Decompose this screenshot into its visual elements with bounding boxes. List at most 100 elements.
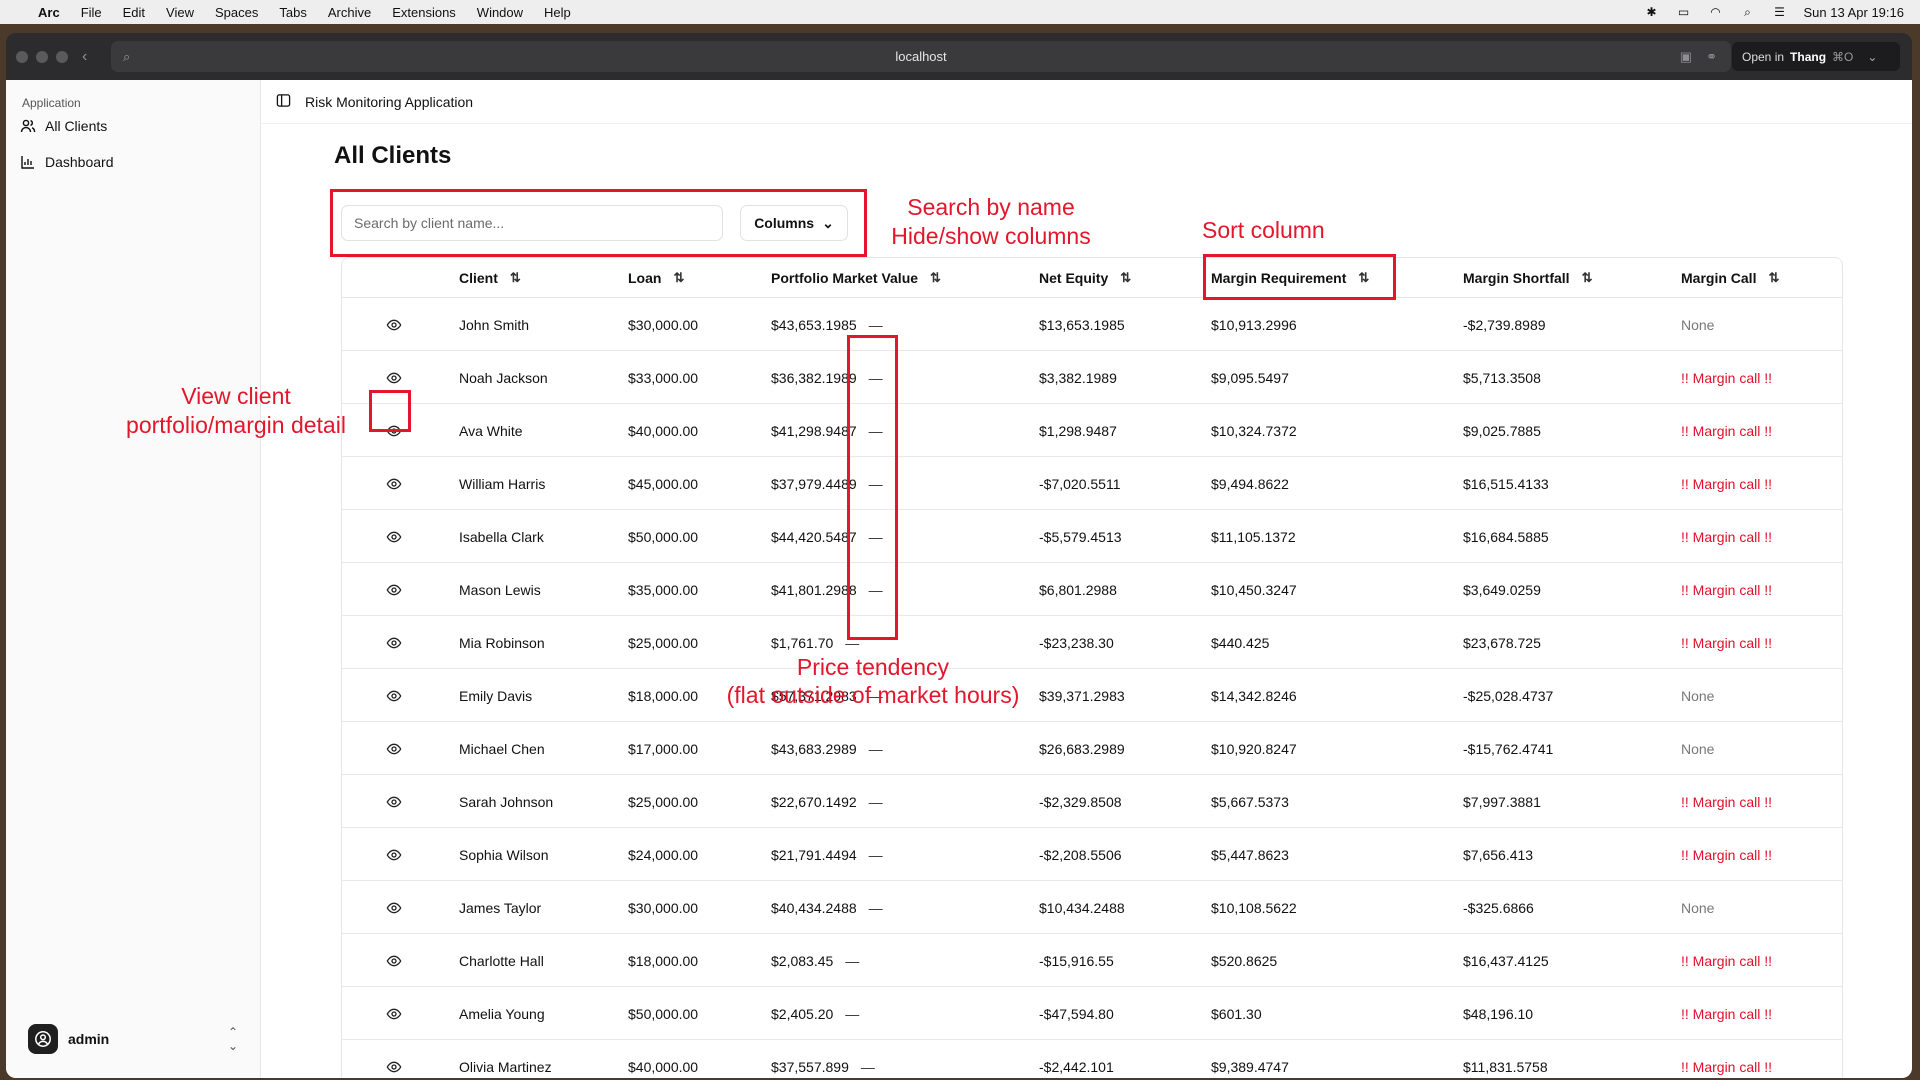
sort-icon[interactable]: ⇅ — [1120, 270, 1131, 286]
table-row: Noah Jackson $33,000.00 $36,382.1989— $3,38… — [342, 351, 1842, 404]
cell-loan: $40,000.00 — [628, 404, 698, 457]
cell-equity: $13,653.1985 — [1039, 298, 1125, 351]
cell-value: -$325.6866 — [1463, 899, 1534, 916]
wifi-icon[interactable]: ◠ — [1708, 5, 1724, 19]
cell-value: !! Margin call !! — [1681, 581, 1773, 598]
cell-value: $9,494.8622 — [1211, 475, 1289, 492]
menu-window[interactable]: Window — [477, 5, 523, 20]
sidebar-item-all-clients[interactable]: All Clients — [20, 112, 107, 140]
cell-value: Charlotte Hall — [459, 952, 544, 969]
cell-req: $9,389.4747 — [1211, 1040, 1289, 1078]
column-header-loan[interactable]: Loan ⇅ — [628, 258, 684, 298]
cell-value: -$5,579.4513 — [1039, 528, 1122, 545]
cell-shortfall: $9,025.7885 — [1463, 404, 1541, 457]
menu-extensions[interactable]: Extensions — [392, 5, 456, 20]
sidebar-item-label: Dashboard — [45, 154, 114, 170]
bluetooth-icon[interactable]: ✱ — [1644, 5, 1660, 19]
sort-icon[interactable]: ⇅ — [510, 270, 521, 286]
view-detail-eye-icon[interactable] — [382, 1040, 406, 1078]
cell-value: $45,000.00 — [628, 475, 699, 492]
cast-icon[interactable]: ▣ — [1680, 49, 1692, 65]
close-window-button[interactable] — [16, 50, 28, 63]
annotation-search: Search by name — [907, 194, 1075, 220]
cell-value: $35,000.00 — [628, 581, 699, 598]
sort-icon[interactable]: ⇅ — [1768, 270, 1779, 286]
view-detail-eye-icon[interactable] — [382, 828, 406, 881]
cell-client: Mia Robinson — [459, 616, 545, 669]
cell-value: $18,000.00 — [628, 687, 699, 704]
menu-app[interactable]: Arc — [38, 5, 60, 20]
spotlight-icon[interactable]: ⌕ — [1740, 5, 1756, 19]
link-icon[interactable]: ⚭ — [1706, 49, 1717, 65]
cell-value: !! Margin call !! — [1681, 793, 1773, 810]
cell-req: $9,494.8622 — [1211, 457, 1289, 510]
open-in-target: Thang — [1790, 49, 1827, 64]
menu-spaces[interactable]: Spaces — [215, 5, 258, 20]
view-detail-eye-icon[interactable] — [382, 510, 406, 563]
column-header-equity[interactable]: Net Equity ⇅ — [1039, 258, 1131, 298]
column-header-client[interactable]: Client ⇅ — [459, 258, 521, 298]
cell-req: $10,920.8247 — [1211, 722, 1297, 775]
cell-loan: $40,000.00 — [628, 1040, 698, 1078]
sort-icon[interactable]: ⇅ — [673, 270, 684, 286]
view-detail-eye-icon[interactable] — [382, 457, 406, 510]
sort-icon[interactable]: ⇅ — [1582, 270, 1593, 286]
view-detail-eye-icon[interactable] — [382, 987, 406, 1040]
menu-help[interactable]: Help — [544, 5, 571, 20]
cell-value: Sophia Wilson — [459, 846, 549, 863]
view-detail-eye-icon[interactable] — [382, 669, 406, 722]
macos-menubar: Arc File Edit View Spaces Tabs Archive E… — [0, 0, 1920, 24]
cell-value: $5,713.3508 — [1463, 369, 1541, 386]
menubar-datetime[interactable]: Sun 13 Apr 19:16 — [1804, 5, 1904, 20]
cell-loan: $33,000.00 — [628, 351, 698, 404]
view-detail-eye-icon[interactable] — [382, 775, 406, 828]
cell-value: $44,420.5487 — [771, 528, 857, 545]
cell-loan: $17,000.00 — [628, 722, 698, 775]
user-menu[interactable]: admin ⌃ ⌄ — [28, 1022, 238, 1056]
view-detail-eye-icon[interactable] — [382, 722, 406, 775]
cell-value: $11,105.1372 — [1211, 528, 1296, 545]
column-header-call[interactable]: Margin Call ⇅ — [1681, 258, 1779, 298]
cell-value: $9,025.7885 — [1463, 422, 1541, 439]
cell-call: !! Margin call !! — [1681, 616, 1772, 669]
cell-value: $23,678.725 — [1463, 634, 1541, 651]
open-in-button[interactable]: Open in Thang ⌘O ⌄ — [1732, 42, 1900, 71]
menu-file[interactable]: File — [81, 5, 102, 20]
zoom-window-button[interactable] — [56, 50, 68, 63]
minimize-window-button[interactable] — [36, 50, 48, 63]
cell-value: $37,557.899 — [771, 1058, 849, 1075]
column-header-label: Portfolio Market Value — [771, 270, 919, 286]
column-header-pmv[interactable]: Portfolio Market Value ⇅ — [771, 258, 941, 298]
cell-call: None — [1681, 298, 1714, 351]
main-panel: Risk Monitoring Application All Clients … — [262, 80, 1912, 1078]
cell-value: $48,196.10 — [1463, 1005, 1534, 1022]
back-arrow-icon[interactable]: ‹ — [82, 48, 87, 66]
sort-icon[interactable]: ⇅ — [930, 270, 941, 286]
cell-client: Isabella Clark — [459, 510, 544, 563]
url-actions: ▣ ⚭ — [1680, 49, 1717, 65]
cell-req: $5,447.8623 — [1211, 828, 1289, 881]
table-row: Sarah Johnson $25,000.00 $22,670.1492 — -$2,… — [342, 775, 1842, 828]
view-detail-eye-icon[interactable] — [382, 934, 406, 987]
url-bar[interactable]: ⌕ localhost ▣ ⚭ — [111, 41, 1731, 72]
sidebar-toggle-icon[interactable] — [276, 93, 291, 111]
cell-value: None — [1681, 899, 1715, 916]
cell-value: John Smith — [459, 316, 530, 333]
view-detail-eye-icon[interactable] — [382, 881, 406, 934]
view-detail-eye-icon[interactable] — [382, 616, 406, 669]
sidebar-item-dashboard[interactable]: Dashboard — [20, 148, 114, 176]
view-detail-eye-icon[interactable] — [382, 563, 406, 616]
menu-view[interactable]: View — [166, 5, 194, 20]
battery-icon[interactable]: ▭ — [1676, 5, 1692, 19]
column-header-shortfall[interactable]: Margin Shortfall ⇅ — [1463, 258, 1592, 298]
control-center-icon[interactable]: ☰ — [1772, 5, 1788, 19]
menu-edit[interactable]: Edit — [123, 5, 145, 20]
view-detail-eye-icon[interactable] — [382, 298, 406, 351]
menu-archive[interactable]: Archive — [328, 5, 371, 20]
cell-value: $5,447.8623 — [1211, 846, 1289, 863]
cell-value: !! Margin call !! — [1681, 634, 1773, 651]
menu-tabs[interactable]: Tabs — [279, 5, 306, 20]
price-trend-flat-icon: — — [868, 316, 883, 333]
table-row: Charlotte Hall $18,000.00 $2,083.45 — -$15,9… — [342, 934, 1842, 987]
cell-pmv: $2,083.45 — — [771, 934, 859, 987]
